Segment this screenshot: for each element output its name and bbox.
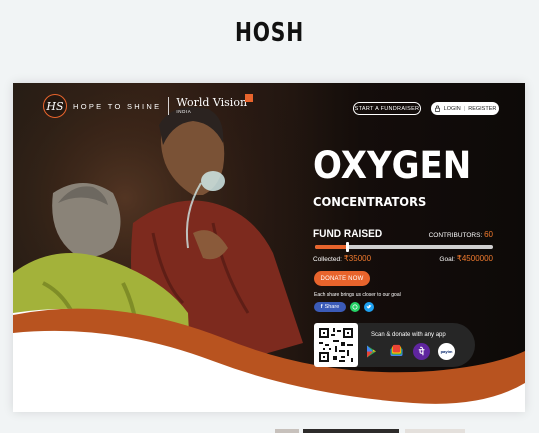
campaign-subtitle: CONCENTRATORS	[313, 194, 427, 209]
logo-tagline: HOPE TO SHINE	[73, 101, 162, 111]
next-thumbnail-b	[303, 429, 399, 433]
fund-progress-fill	[315, 245, 348, 249]
next-thumbnail-c	[405, 429, 465, 433]
website-mockup: HS HOPE TO SHINE World Vision INDIA STAR…	[13, 83, 525, 412]
qr-code-icon	[317, 326, 355, 364]
google-pay-icon[interactable]	[388, 343, 405, 360]
goal-label: Goal:	[439, 256, 455, 263]
hosh-logo-mark: HS	[43, 94, 67, 118]
fund-progress-knob	[346, 242, 350, 252]
share-label: Share	[324, 304, 340, 310]
site-logo[interactable]: HS HOPE TO SHINE World Vision INDIA	[43, 93, 254, 119]
goal-amount: Goal: ₹4500000	[439, 254, 493, 263]
partner-sub: INDIA	[176, 109, 192, 115]
twitter-icon	[366, 305, 372, 309]
next-thumbnail-a	[275, 429, 299, 433]
donation-qr-code	[314, 323, 358, 367]
campaign-title: OXYGEN	[313, 144, 472, 187]
logo-divider	[168, 97, 170, 115]
payment-apps: पे paytm	[363, 343, 455, 360]
fund-progress-bar	[315, 242, 493, 252]
share-note: Each share brings us closer to our goal	[314, 292, 401, 298]
start-fundraiser-button[interactable]: START A FUNDRAISER	[353, 102, 421, 115]
partner-logo: World Vision INDIA	[176, 94, 254, 115]
google-play-icon[interactable]	[363, 343, 380, 360]
goal-value: ₹4500000	[456, 254, 493, 263]
login-link[interactable]: LOGIN	[444, 106, 461, 112]
partner-badge-icon	[245, 94, 254, 103]
collected-label: Collected:	[313, 256, 342, 263]
scan-donate-text: Scan & donate with any app	[371, 332, 446, 338]
contributors-value: 60	[484, 230, 493, 239]
twitter-share-button[interactable]	[364, 302, 374, 312]
share-row: f Share	[314, 302, 374, 312]
paytm-icon[interactable]: paytm	[438, 343, 455, 360]
collected-value: ₹35000	[343, 254, 372, 263]
facebook-icon: f	[320, 304, 323, 310]
lock-icon	[434, 105, 440, 112]
contributors-label: CONTRIBUTORS:	[428, 232, 483, 239]
login-register-button[interactable]: LOGIN | REGISTER	[431, 102, 499, 115]
facebook-share-button[interactable]: f Share	[314, 302, 346, 312]
google-play-glyph	[367, 345, 376, 358]
register-link[interactable]: REGISTER	[468, 106, 496, 112]
phonepe-icon[interactable]: पे	[413, 343, 430, 360]
page-heading: HOSH	[235, 18, 304, 48]
donate-now-button[interactable]: DONATE NOW	[314, 271, 370, 286]
fund-raised-label: FUND RAISED	[313, 228, 383, 240]
partner-name: World Vision	[176, 96, 248, 110]
contributors-count: CONTRIBUTORS: 60	[429, 230, 493, 239]
nav-separator: |	[463, 105, 466, 112]
whatsapp-share-button[interactable]	[350, 302, 360, 312]
google-pay-glyph	[390, 344, 403, 356]
collected-amount: Collected: ₹35000	[313, 254, 371, 263]
whatsapp-icon	[352, 304, 358, 310]
paytm-label: paytm	[440, 349, 453, 354]
phonepe-glyph: पे	[418, 347, 425, 357]
